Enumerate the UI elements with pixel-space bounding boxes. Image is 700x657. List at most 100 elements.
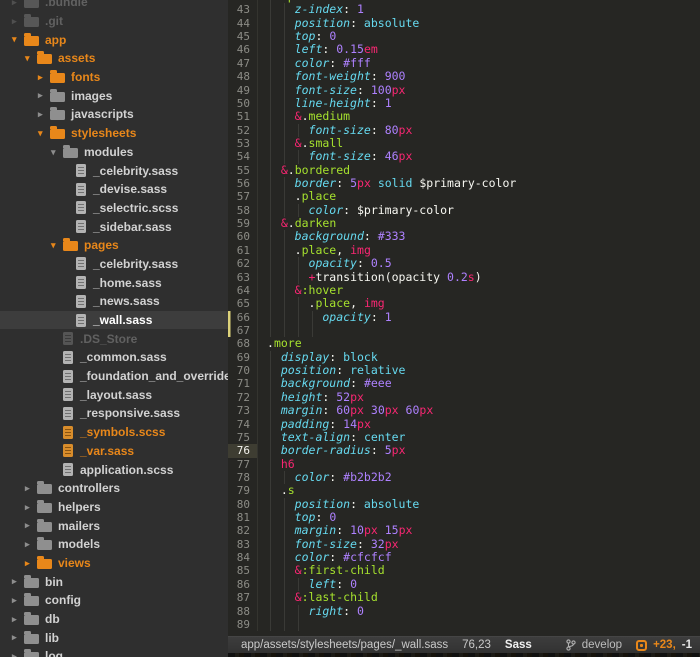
tree-file--layout-sass[interactable]: _layout.sass [0, 385, 228, 404]
code-line-88[interactable]: 88 right: 0 [228, 604, 700, 618]
code-line-79[interactable]: 79 .s [228, 484, 700, 498]
code-line-71[interactable]: 71 background: #eee [228, 377, 700, 391]
code-line-70[interactable]: 70 position: relative [228, 363, 700, 378]
code-line-73[interactable]: 73 margin: 60px 30px 60px [228, 403, 700, 418]
code-line-81[interactable]: 81 top: 0 [228, 510, 700, 525]
chevron-right-icon[interactable]: ▸ [25, 535, 37, 554]
editor-pane[interactable]: 42.place43z-index: 144position: absolute… [228, 0, 700, 657]
git-branch-name[interactable]: develop [582, 639, 622, 651]
code-line-76[interactable]: 76 border-radius: 5px [228, 444, 700, 458]
tree-folder--git[interactable]: ▸ .git [0, 12, 228, 31]
code-line-72[interactable]: 72 height: 52px [228, 390, 700, 405]
code-line-52[interactable]: 52 font-size: 80px [228, 123, 700, 137]
chevron-right-icon[interactable]: ▸ [38, 105, 50, 124]
code-line-85[interactable]: 85 &:first-child [228, 564, 700, 578]
code-line-59[interactable]: 59 &.darken [228, 216, 700, 231]
tree-folder--bundle[interactable]: ▸ .bundle [0, 0, 228, 12]
tree-folder-db[interactable]: ▸ db [0, 610, 228, 629]
tree-file--responsive-sass[interactable]: _responsive.sass [0, 404, 228, 423]
tree-folder-controllers[interactable]: ▸ controllers [0, 479, 228, 498]
syntax-selector[interactable]: Sass [505, 639, 532, 651]
tree-file--common-sass[interactable]: _common.sass [0, 348, 228, 367]
code-line-45[interactable]: 45 top: 0 [228, 29, 700, 44]
chevron-right-icon[interactable]: ▸ [12, 628, 24, 647]
chevron-right-icon[interactable]: ▸ [38, 86, 50, 105]
tree-file--devise-sass[interactable]: _devise.sass [0, 180, 228, 199]
code-line-44[interactable]: 44 position: absolute [228, 16, 700, 31]
tree-folder-mailers[interactable]: ▸ mailers [0, 516, 228, 535]
tree-folder-stylesheets[interactable]: ▾ stylesheets [0, 124, 228, 143]
code-line-75[interactable]: 75 text-align: center [228, 430, 700, 445]
chevron-right-icon[interactable]: ▸ [12, 591, 24, 610]
code-line-60[interactable]: 60 background: #333 [228, 230, 700, 244]
tree-file--news-sass[interactable]: _news.sass [0, 292, 228, 311]
tree-folder-pages[interactable]: ▾ pages [0, 236, 228, 255]
code-line-78[interactable]: 78 color: #b2b2b2 [228, 470, 700, 485]
code-line-69[interactable]: 69 display: block [228, 350, 700, 365]
code-line-57[interactable]: 57 .place [228, 190, 700, 204]
chevron-right-icon[interactable]: ▸ [12, 0, 24, 12]
chevron-right-icon[interactable]: ▸ [25, 479, 37, 498]
tree-folder-bin[interactable]: ▸ bin [0, 572, 228, 591]
tree-file--selectric-scss[interactable]: _selectric.scss [0, 199, 228, 218]
code-line-68[interactable]: 68 .more [228, 337, 700, 351]
code-line-84[interactable]: 84 color: #cfcfcf [228, 550, 700, 565]
code-line-47[interactable]: 47 color: #fff [228, 56, 700, 71]
chevron-right-icon[interactable]: ▸ [12, 647, 24, 657]
code-line-77[interactable]: 77 h6 [228, 457, 700, 471]
code-line-56[interactable]: 56 border: 5px solid $primary-color [228, 176, 700, 191]
code-line-53[interactable]: 53 &.small [228, 136, 700, 151]
chevron-down-icon[interactable]: ▾ [12, 30, 24, 49]
code-area[interactable]: 42.place43z-index: 144position: absolute… [228, 0, 700, 632]
tree-file--sidebar-sass[interactable]: _sidebar.sass [0, 217, 228, 236]
code-line-64[interactable]: 64 &:hover [228, 283, 700, 298]
file-tree-sidebar[interactable]: ▸ .bundle ▸ .git ▾ app ▾ assets ▸ fonts ▸ images ▸ ja… [0, 0, 228, 657]
code-line-65[interactable]: 65 .place, img [228, 297, 700, 311]
tree-folder-config[interactable]: ▸ config [0, 591, 228, 610]
tree-folder-fonts[interactable]: ▸ fonts [0, 68, 228, 87]
chevron-right-icon[interactable]: ▸ [25, 516, 37, 535]
chevron-right-icon[interactable]: ▸ [38, 68, 50, 87]
tree-file--symbols-scss[interactable]: _symbols.scss [0, 423, 228, 442]
tree-folder-modules[interactable]: ▾ modules [0, 143, 228, 162]
tree-folder-assets[interactable]: ▾ assets [0, 49, 228, 68]
code-line-43[interactable]: 43 z-index: 1 [228, 3, 700, 17]
tree-folder-models[interactable]: ▸ models [0, 535, 228, 554]
chevron-right-icon[interactable]: ▸ [25, 554, 37, 573]
code-line-54[interactable]: 54 font-size: 46px [228, 150, 700, 164]
tree-file-application-scss[interactable]: application.scss [0, 460, 228, 479]
code-line-46[interactable]: 46 left: 0.15em [228, 43, 700, 57]
chevron-down-icon[interactable]: ▾ [51, 143, 63, 162]
code-line-67[interactable]: 67 [228, 323, 700, 338]
chevron-right-icon[interactable]: ▸ [12, 610, 24, 629]
tree-file--home-sass[interactable]: _home.sass [0, 273, 228, 292]
code-line-83[interactable]: 83 font-size: 32px [228, 537, 700, 552]
code-line-87[interactable]: 87 &:last-child [228, 590, 700, 605]
code-line-63[interactable]: 63 +transition(opacity 0.2s) [228, 270, 700, 284]
tree-file--wall-sass[interactable]: _wall.sass [0, 310, 228, 330]
tree-folder-lib[interactable]: ▸ lib [0, 628, 228, 647]
tree-file--foundation-and-overrides-scss[interactable]: _foundation_and_overrides.scss [0, 367, 228, 386]
code-line-48[interactable]: 48 font-weight: 900 [228, 69, 700, 84]
code-line-58[interactable]: 58 color: $primary-color [228, 203, 700, 218]
chevron-down-icon[interactable]: ▾ [51, 236, 63, 255]
tree-folder-views[interactable]: ▸ views [0, 554, 228, 573]
code-line-66[interactable]: 66 opacity: 1 [228, 310, 700, 324]
tree-file--ds-store[interactable]: .DS_Store [0, 329, 228, 348]
tree-folder-helpers[interactable]: ▸ helpers [0, 498, 228, 517]
tree-folder-log[interactable]: ▸ log [0, 647, 228, 657]
chevron-right-icon[interactable]: ▸ [12, 12, 24, 31]
code-line-80[interactable]: 80 position: absolute [228, 497, 700, 512]
code-line-89[interactable]: 89 [228, 617, 700, 632]
tree-folder-javascripts[interactable]: ▸ javascripts [0, 105, 228, 124]
code-line-86[interactable]: 86 left: 0 [228, 577, 700, 592]
chevron-down-icon[interactable]: ▾ [38, 124, 50, 143]
code-line-61[interactable]: 61 .place, img [228, 243, 700, 258]
code-line-62[interactable]: 62 opacity: 0.5 [228, 257, 700, 271]
code-line-74[interactable]: 74 padding: 14px [228, 417, 700, 431]
code-line-82[interactable]: 82 margin: 10px 15px [228, 524, 700, 538]
tree-folder-images[interactable]: ▸ images [0, 86, 228, 105]
chevron-right-icon[interactable]: ▸ [12, 572, 24, 591]
tree-folder-app[interactable]: ▾ app [0, 30, 228, 49]
code-line-50[interactable]: 50 line-height: 1 [228, 96, 700, 111]
